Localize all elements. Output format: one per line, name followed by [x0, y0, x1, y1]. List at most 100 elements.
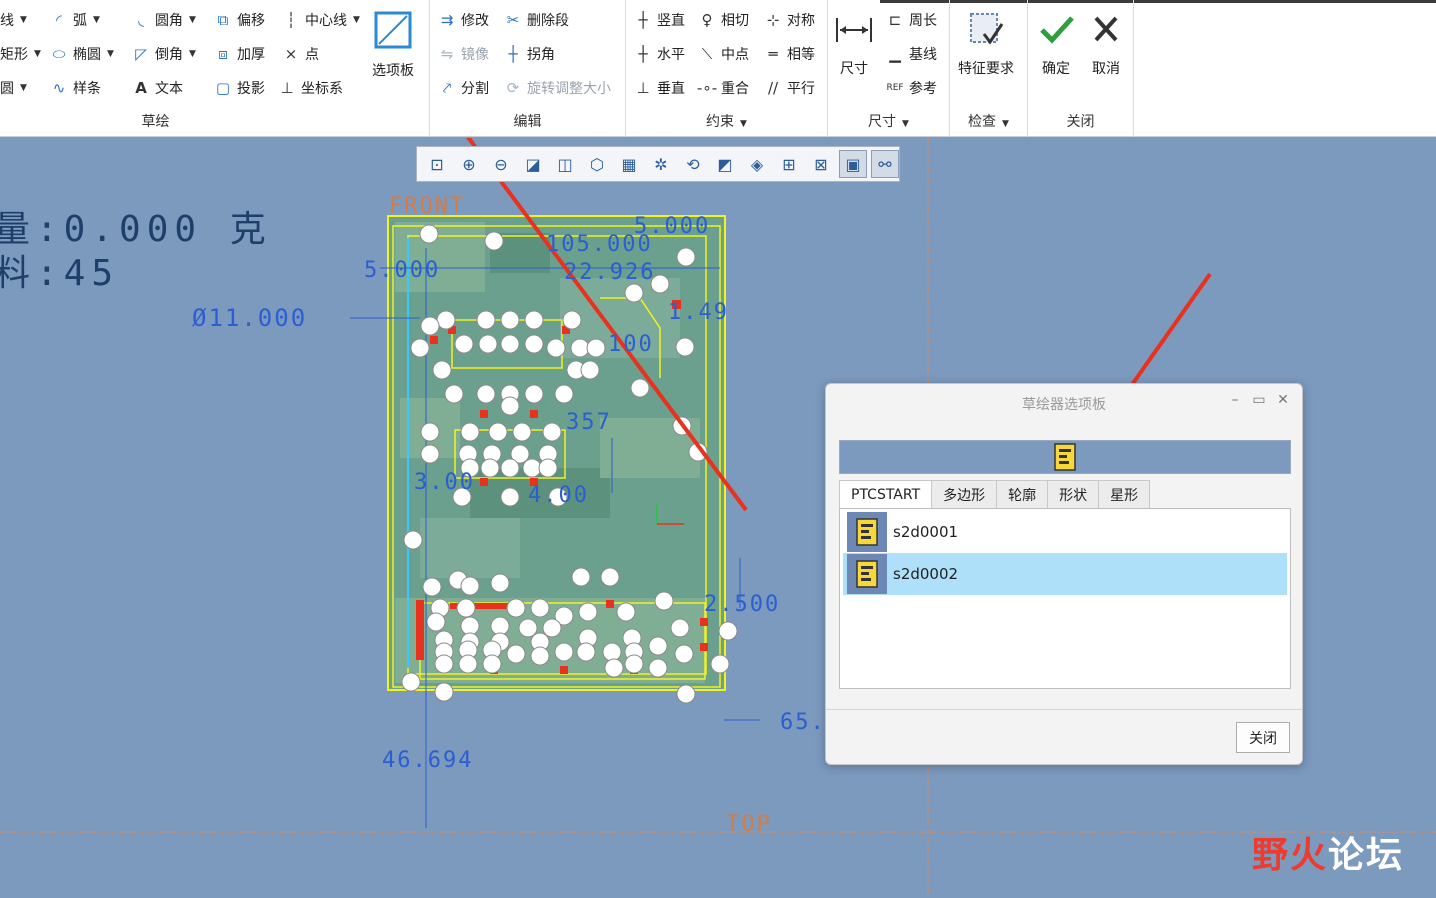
annotation-display-icon[interactable]: ⟲ [679, 150, 707, 178]
dimension-button[interactable]: 尺寸 [834, 10, 874, 78]
group-label-inspect[interactable]: 检查 ▼ [950, 111, 1027, 131]
ribbon: 线 ▼ ◜ 弧 ▼ ◟ 圆角 ▼ ⧉ 偏移 ┆ 中心线 ▼ 矩形 ▼ ⬭ 椭圆 ▼ ◸ 倒角 ▼ ⧈ 加厚 … [0, 0, 1436, 137]
parallel-constraint[interactable]: // 平行 [764, 75, 815, 101]
chevron-down-icon[interactable]: ▼ [189, 49, 196, 59]
symmetric-constraint[interactable]: ⊹ 对称 [764, 7, 815, 33]
offset-tool[interactable]: ⧉ 偏移 [214, 7, 265, 33]
equal-icon: ═ [768, 45, 778, 63]
zoom-out-icon[interactable]: ⊖ [487, 150, 515, 178]
divide-tool[interactable]: ⤤ 分割 [438, 75, 489, 101]
sketch-view-icon[interactable]: ▣ [839, 150, 867, 178]
chevron-down-icon: ▼ [902, 119, 909, 129]
tab-ptcstart[interactable]: PTCSTART [839, 480, 933, 509]
tab-profile[interactable]: 轮廓 [996, 480, 1049, 508]
chevron-down-icon[interactable]: ▼ [107, 49, 114, 59]
coordsys-icon: ⊥ [280, 79, 294, 97]
circle-tool[interactable]: 圆 ▼ [0, 75, 27, 101]
horizontal-constraint[interactable]: ┼ 水平 [634, 41, 685, 67]
tangent-constraint[interactable]: ♀ 相切 [698, 7, 750, 33]
zoom-in-icon[interactable]: ⊕ [455, 150, 483, 178]
equal-constraint[interactable]: ═ 相等 [764, 41, 815, 67]
refit-icon[interactable]: ⊡ [423, 150, 451, 178]
tab-star[interactable]: 星形 [1098, 480, 1151, 508]
baseline-icon: ▁ [889, 45, 901, 63]
perimeter-tool[interactable]: ⊏ 周长 [886, 7, 937, 33]
saved-views-icon[interactable]: ⬡ [583, 150, 611, 178]
group-label-dimension[interactable]: 尺寸 ▼ [828, 111, 949, 131]
cancel-button[interactable]: 取消 [1086, 10, 1126, 78]
spin-center-icon[interactable]: ◈ [743, 150, 771, 178]
dimension-text: 4.00 [528, 483, 589, 508]
reference-tool[interactable]: REF 参考 [886, 75, 937, 101]
thicken-tool[interactable]: ⧈ 加厚 [214, 41, 265, 67]
equal-label: 相等 [787, 47, 815, 63]
point-tool[interactable]: × 点 [282, 41, 319, 67]
arc-tool[interactable]: ◜ 弧 ▼ [50, 7, 100, 33]
offset-label: 偏移 [237, 13, 265, 29]
tab-shape[interactable]: 形状 [1047, 480, 1100, 508]
chevron-down-icon: ▼ [1002, 119, 1009, 129]
rotate-resize-tool[interactable]: ⟳ 旋转调整大小 [504, 75, 611, 101]
feature-requirements-label: 特征要求 [958, 61, 1014, 77]
line-label: 线 [0, 13, 14, 29]
top-datum-label: TOP [726, 812, 772, 837]
perimeter-icon: ⊏ [888, 11, 902, 29]
baseline-tool[interactable]: ▁ 基线 [886, 41, 937, 67]
chevron-down-icon[interactable]: ▼ [20, 83, 27, 93]
group-label-constrain[interactable]: 约束 ▼ [626, 111, 827, 131]
tab-polygon[interactable]: 多边形 [931, 480, 998, 508]
point-display-icon[interactable]: ⊞ [775, 150, 803, 178]
view-manager-icon[interactable]: ▦ [615, 150, 643, 178]
perspective-icon[interactable]: ◩ [711, 150, 739, 178]
fillet-tool[interactable]: ◟ 圆角 ▼ [132, 7, 196, 33]
close-button[interactable]: 关闭 [1236, 722, 1290, 753]
chevron-down-icon[interactable]: ▼ [353, 15, 360, 25]
delete-segment-tool[interactable]: ✂ 删除段 [504, 7, 569, 33]
chevron-down-icon[interactable]: ▼ [34, 49, 41, 59]
tangent-label: 相切 [721, 13, 749, 29]
datum-display-icon[interactable]: ✲ [647, 150, 675, 178]
csys-display-icon[interactable]: ⊠ [807, 150, 835, 178]
coincident-constraint[interactable]: -∘- 重合 [697, 75, 749, 101]
minimize-icon[interactable]: – [1226, 392, 1244, 408]
ok-button[interactable]: 确定 [1036, 10, 1076, 78]
vertical-constraint[interactable]: ┼ 竖直 [634, 7, 685, 33]
dimension-text: 22.926 [564, 260, 656, 285]
centerline-label: 中心线 [305, 13, 347, 29]
text-label: 文本 [155, 81, 183, 97]
modify-tool[interactable]: ⇉ 修改 [438, 7, 489, 33]
display-style-icon[interactable]: ◫ [551, 150, 579, 178]
rectangle-tool[interactable]: 矩形 ▼ [0, 41, 41, 67]
parallel-label: 平行 [787, 81, 815, 97]
chevron-down-icon[interactable]: ▼ [20, 15, 27, 25]
group-label-close: 关闭 [1066, 114, 1095, 130]
list-item-selected[interactable]: s2d0002 [843, 553, 1287, 595]
close-icon[interactable]: ✕ [1274, 392, 1292, 408]
chamfer-tool[interactable]: ◸ 倒角 ▼ [132, 41, 196, 67]
shape-preview [839, 440, 1291, 474]
coordsys-tool[interactable]: ⊥ 坐标系 [278, 75, 343, 101]
coordsys-label: 坐标系 [301, 81, 343, 97]
perpendicular-icon: ⊥ [636, 79, 650, 97]
text-tool[interactable]: A 文本 [132, 75, 183, 101]
palette-button[interactable]: 选项板 [372, 10, 414, 80]
maximize-icon[interactable]: ▭ [1250, 392, 1268, 408]
spline-tool[interactable]: ∿ 样条 [50, 75, 101, 101]
dimension-text: 2.500 [704, 592, 781, 617]
list-item[interactable]: s2d0001 [843, 511, 1287, 553]
perpendicular-constraint[interactable]: ⊥ 垂直 [634, 75, 685, 101]
corner-tool[interactable]: ┼ 拐角 [504, 41, 555, 67]
midpoint-constraint[interactable]: ⟍ 中点 [698, 41, 749, 67]
project-tool[interactable]: ▢ 投影 [214, 75, 265, 101]
ok-label: 确定 [1042, 61, 1070, 77]
feature-requirements-button[interactable]: 特征要求 [958, 10, 1014, 78]
line-tool[interactable]: 线 ▼ [0, 7, 27, 33]
ellipse-tool[interactable]: ⬭ 椭圆 ▼ [50, 41, 114, 67]
chevron-down-icon[interactable]: ▼ [189, 15, 196, 25]
mirror-tool[interactable]: ⇋ 镜像 [438, 41, 489, 67]
rotate-resize-label: 旋转调整大小 [527, 81, 611, 97]
constraint-display-icon[interactable]: ⚯ [871, 150, 899, 178]
centerline-tool[interactable]: ┆ 中心线 ▼ [282, 7, 360, 33]
chevron-down-icon[interactable]: ▼ [93, 15, 100, 25]
repaint-icon[interactable]: ◪ [519, 150, 547, 178]
